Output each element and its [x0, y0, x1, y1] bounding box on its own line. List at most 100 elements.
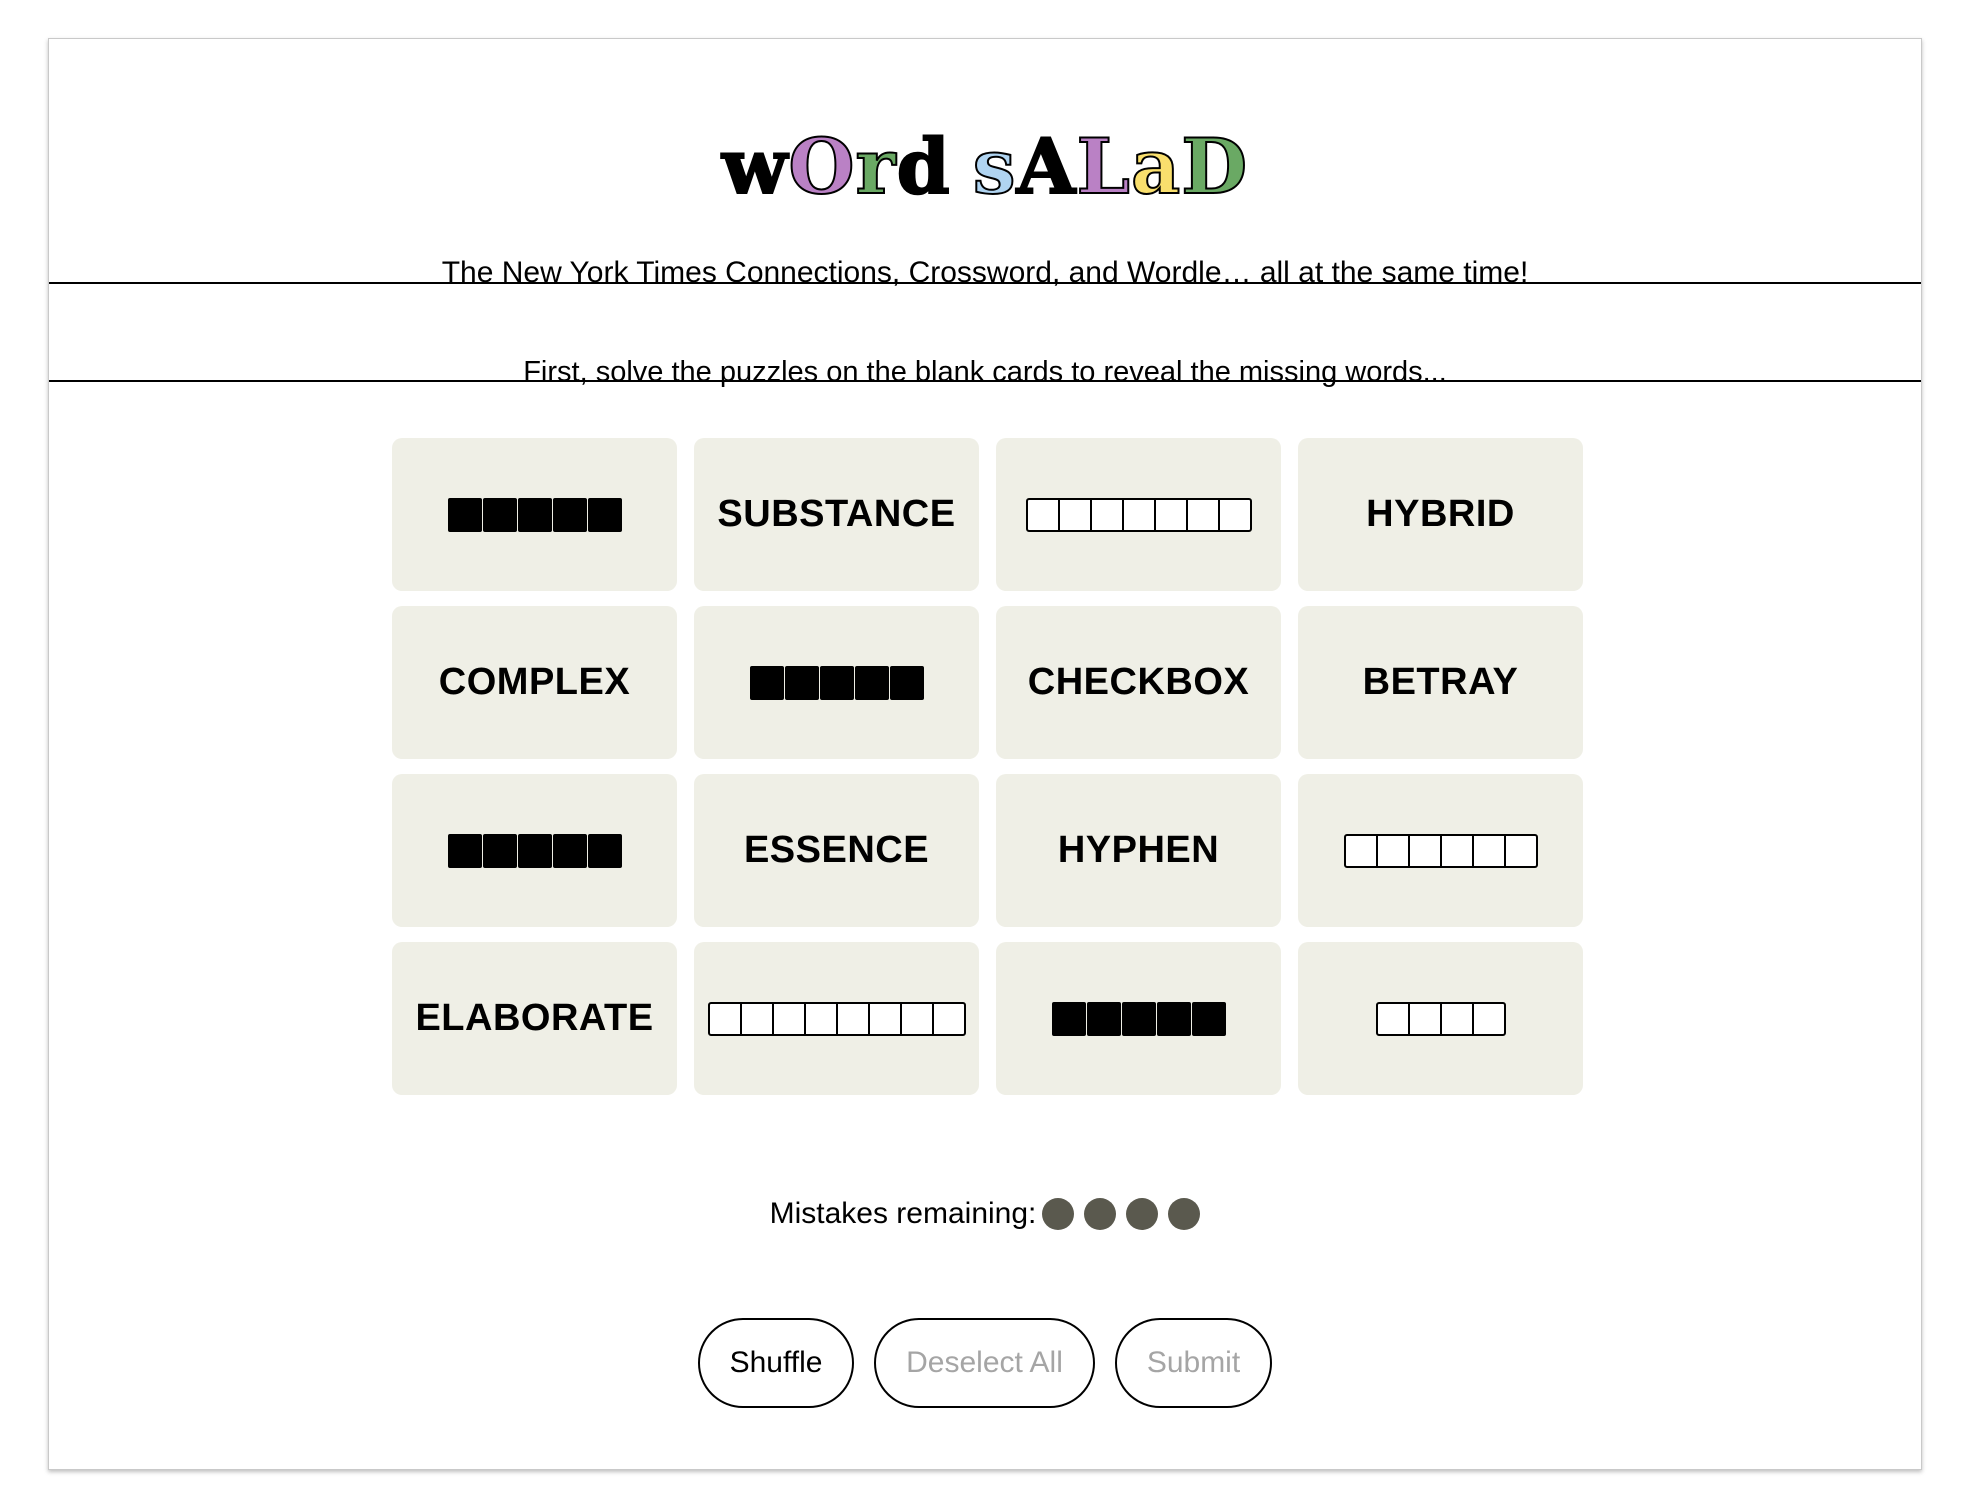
word-card[interactable]: COMPLEX [392, 606, 677, 759]
letter-box [1086, 1001, 1121, 1036]
letter-box [1121, 1001, 1156, 1036]
word-card[interactable]: HYPHEN [996, 774, 1281, 927]
card-word: COMPLEX [438, 661, 631, 703]
filled-letter-boxes [447, 497, 622, 532]
blank-puzzle-card[interactable] [996, 438, 1281, 591]
mistake-dot-icon [1084, 1198, 1117, 1230]
card-word: CHECKBOX [1027, 661, 1250, 703]
blank-puzzle-card[interactable] [1298, 942, 1583, 1095]
letter-box [1089, 497, 1124, 532]
divider-top [49, 282, 1921, 284]
empty-letter-boxes [1025, 497, 1252, 532]
word-card[interactable]: ELABORATE [392, 942, 677, 1095]
mistake-dots [1042, 1198, 1201, 1230]
card-grid: SUBSTANCE HYBRID COMPLEX CHECKBOX BETRAY ESSE… [392, 438, 1583, 1095]
subtitle: The New York Times Connections, Crosswor… [441, 256, 1529, 289]
card-word: SUBSTANCE [717, 493, 956, 535]
letter-box [482, 497, 517, 532]
card-word: HYBRID [1366, 493, 1515, 535]
word-card[interactable]: CHECKBOX [996, 606, 1281, 759]
letter-box [1191, 1001, 1226, 1036]
letter-box [1343, 833, 1378, 868]
letter-box [1439, 833, 1474, 868]
letter-box [1503, 833, 1538, 868]
solved-blank-card[interactable] [392, 774, 677, 927]
card-word: ELABORATE [415, 997, 654, 1039]
letter-box [1217, 497, 1252, 532]
mistake-dot-icon [1126, 1198, 1159, 1230]
word-card[interactable]: ESSENCE [694, 774, 979, 927]
logo-letter: s [972, 121, 1017, 212]
letter-box [1025, 497, 1060, 532]
letter-box [587, 497, 622, 532]
empty-letter-boxes [707, 1001, 966, 1036]
letter-box [552, 497, 587, 532]
filled-letter-boxes [749, 665, 924, 700]
letter-box [835, 1001, 870, 1036]
letter-box [1057, 497, 1092, 532]
letter-box [771, 1001, 806, 1036]
letter-box [749, 665, 784, 700]
submit-button[interactable]: Submit [1115, 1318, 1272, 1408]
word-card[interactable]: SUBSTANCE [694, 438, 979, 591]
game-container: wOrd sALaD The New York Times Connection… [48, 38, 1922, 1470]
letter-box [819, 665, 854, 700]
letter-box [803, 1001, 838, 1036]
word-card[interactable]: BETRAY [1298, 606, 1583, 759]
letter-box [1185, 497, 1220, 532]
blank-puzzle-card[interactable] [1298, 774, 1583, 927]
letter-box [1121, 497, 1156, 532]
logo-letter: O [787, 121, 856, 212]
word-card[interactable]: HYBRID [1298, 438, 1583, 591]
logo-letter: w [721, 121, 789, 212]
card-word: ESSENCE [743, 829, 930, 871]
mistake-dot-icon [1042, 1198, 1075, 1230]
letter-box [1375, 833, 1410, 868]
letter-box [1407, 1001, 1442, 1036]
letter-box [707, 1001, 742, 1036]
letter-box [1439, 1001, 1474, 1036]
instruction-text: First, solve the puzzles on the blank ca… [523, 356, 1447, 388]
solved-blank-card[interactable] [392, 438, 677, 591]
logo: wOrd sALaD [49, 117, 1921, 217]
logo-letter: D [1180, 121, 1249, 212]
letter-box [517, 833, 552, 868]
shuffle-button[interactable]: Shuffle [698, 1318, 854, 1408]
empty-letter-boxes [1343, 833, 1538, 868]
solved-blank-card[interactable] [996, 942, 1281, 1095]
letter-box [552, 833, 587, 868]
divider-bottom [49, 380, 1921, 382]
letter-box [1051, 1001, 1086, 1036]
logo-letter: L [1075, 121, 1131, 212]
letter-box [447, 497, 482, 532]
letter-box [931, 1001, 966, 1036]
letter-box [1471, 1001, 1506, 1036]
logo-letter: r [855, 121, 897, 212]
filled-letter-boxes [447, 833, 622, 868]
letter-box [854, 665, 889, 700]
letter-box [739, 1001, 774, 1036]
letter-box [867, 1001, 902, 1036]
letter-box [1153, 497, 1188, 532]
filled-letter-boxes [1051, 1001, 1226, 1036]
letter-box [899, 1001, 934, 1036]
solved-blank-card[interactable] [694, 606, 979, 759]
letter-box [517, 497, 552, 532]
card-word: BETRAY [1362, 661, 1519, 703]
letter-box [889, 665, 924, 700]
action-buttons: Shuffle Deselect All Submit [49, 1318, 1921, 1408]
logo-letter: d [896, 121, 951, 212]
letter-box [1407, 833, 1442, 868]
letter-box [784, 665, 819, 700]
card-word: HYPHEN [1057, 829, 1220, 871]
letter-box [482, 833, 517, 868]
letter-box [1375, 1001, 1410, 1036]
letter-box [587, 833, 622, 868]
letter-box [1471, 833, 1506, 868]
letter-box [1156, 1001, 1191, 1036]
deselect-all-button[interactable]: Deselect All [874, 1318, 1095, 1408]
logo-letter: A [1016, 121, 1077, 212]
empty-letter-boxes [1375, 1001, 1506, 1036]
blank-puzzle-card[interactable] [694, 942, 979, 1095]
letter-box [447, 833, 482, 868]
